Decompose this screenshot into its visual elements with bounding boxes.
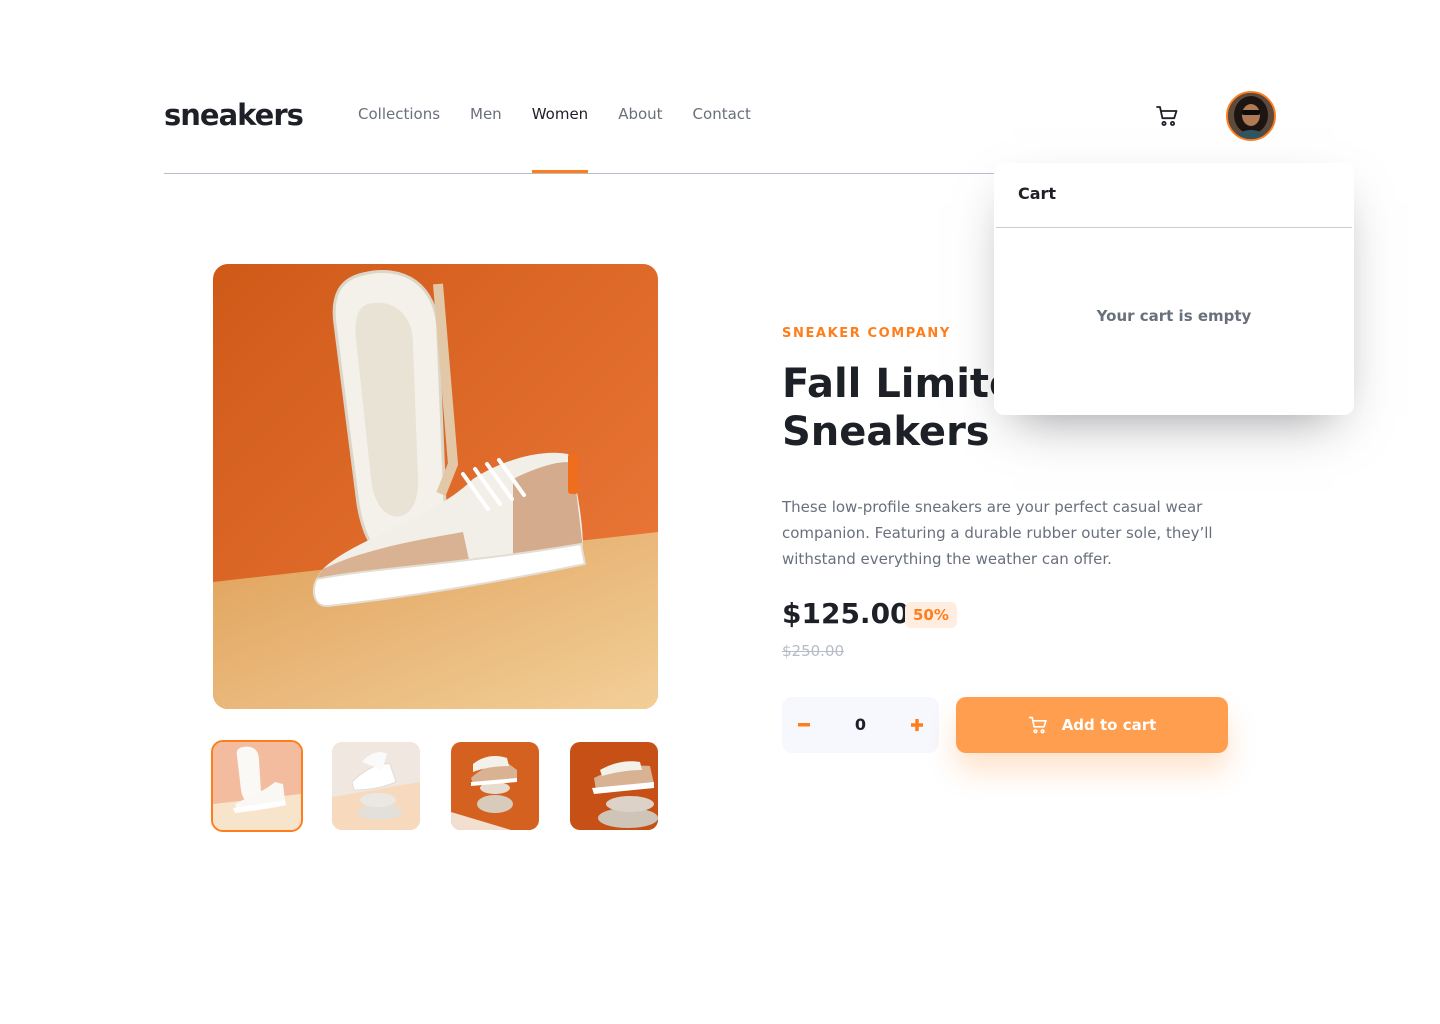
current-price: $125.00: [782, 597, 910, 630]
company-label: SNEAKER COMPANY: [782, 326, 951, 341]
add-to-cart-label: Add to cart: [1061, 716, 1157, 734]
main-nav: Collections Men Women About Contact: [358, 102, 781, 174]
minus-icon[interactable]: [782, 697, 826, 753]
product-description: These low-profile sneakers are your perf…: [782, 498, 1213, 568]
logo[interactable]: sneakers: [164, 96, 304, 134]
nav-item-contact[interactable]: Contact: [693, 102, 751, 174]
thumbnail-4[interactable]: [570, 742, 658, 830]
quantity-value: 0: [854, 715, 867, 734]
cart-empty-message: Your cart is empty: [1096, 307, 1252, 325]
cart-icon[interactable]: [1155, 104, 1179, 128]
nav-item-collections[interactable]: Collections: [358, 102, 440, 174]
plus-icon[interactable]: [895, 697, 939, 753]
thumbnail-1[interactable]: [211, 740, 303, 832]
sneaker-product-photo[interactable]: [213, 264, 658, 709]
add-to-cart-button[interactable]: Add to cart: [956, 697, 1228, 753]
cart-popover: Cart Your cart is empty: [994, 163, 1354, 415]
cart-divider: [996, 227, 1352, 228]
cart-icon: [1028, 715, 1048, 735]
discount-badge: 50%: [905, 602, 957, 628]
thumbnail-3[interactable]: [451, 742, 539, 830]
user-avatar[interactable]: [1226, 91, 1276, 141]
product-page: sneakers Collections Men Women About Con…: [0, 0, 1440, 1024]
quantity-stepper: 0: [782, 697, 939, 753]
nav-item-about[interactable]: About: [618, 102, 662, 174]
cart-title: Cart: [1018, 184, 1057, 203]
nav-item-men[interactable]: Men: [470, 102, 502, 174]
original-price: $250.00: [782, 642, 845, 660]
nav-item-women[interactable]: Women: [531, 102, 589, 174]
thumbnail-2[interactable]: [332, 742, 420, 830]
